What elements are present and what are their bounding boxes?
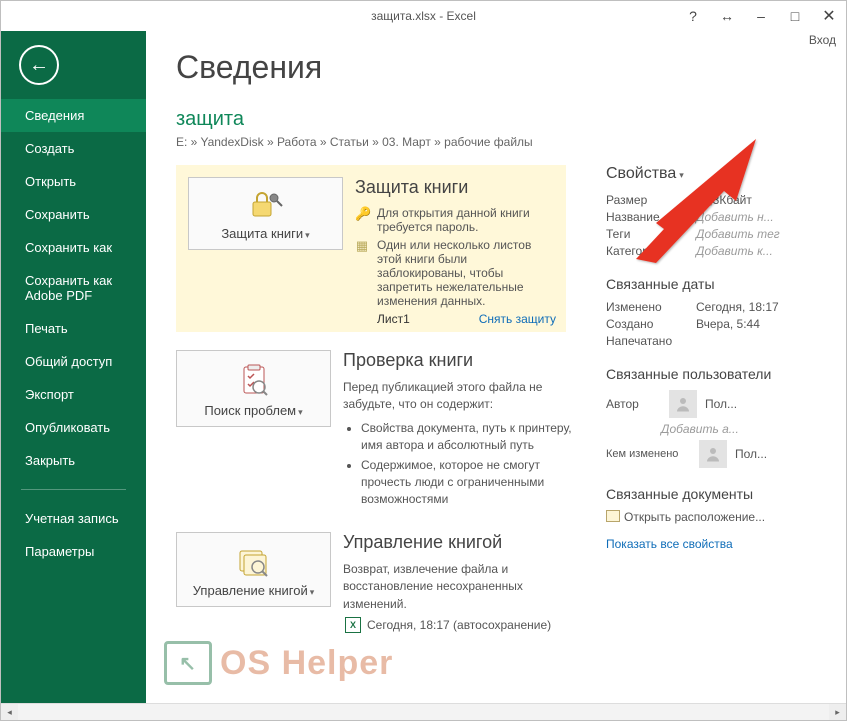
prop-author-value[interactable]: Пол... xyxy=(705,397,796,411)
chevron-down-icon: ▾ xyxy=(305,230,310,240)
backstage-sidebar: ← Сведения Создать Открыть Сохранить Сох… xyxy=(1,31,146,703)
properties-panel: Свойства▾ Размер16,3Кбайт НазваниеДобави… xyxy=(606,165,796,657)
inspect-button-label: Поиск проблем xyxy=(204,403,296,418)
protect-button-label: Защита книги xyxy=(221,226,303,241)
prop-author-label: Автор xyxy=(606,397,661,411)
nav-save-as[interactable]: Сохранить как xyxy=(1,231,146,264)
nav-options[interactable]: Параметры xyxy=(1,535,146,568)
protect-note-password: 🔑 Для открытия данной книги требуется па… xyxy=(355,206,556,234)
prop-size-label: Размер xyxy=(606,193,696,207)
manage-workbook-button[interactable]: Управление книгой▾ xyxy=(176,532,331,607)
related-dates-head: Связанные даты xyxy=(606,276,796,292)
prop-modified-value: Сегодня, 18:17 xyxy=(696,300,779,314)
nav-new[interactable]: Создать xyxy=(1,132,146,165)
protect-workbook-block: Защита книги▾ Защита книги 🔑 Для открыти… xyxy=(176,165,566,332)
protect-workbook-button[interactable]: Защита книги▾ xyxy=(188,177,343,250)
chevron-down-icon: ▾ xyxy=(679,170,684,180)
prop-tags-value[interactable]: Добавить тег xyxy=(696,227,780,241)
manage-icon xyxy=(181,545,326,577)
prop-tags-label: Теги xyxy=(606,227,696,241)
properties-dropdown[interactable]: Свойства▾ xyxy=(606,165,796,183)
nav-close[interactable]: Закрыть xyxy=(1,444,146,477)
ribbon-display-button[interactable]: ↔ xyxy=(710,1,744,31)
nav-save[interactable]: Сохранить xyxy=(1,198,146,231)
prop-created-value: Вчера, 5:44 xyxy=(696,317,760,331)
show-all-properties-link[interactable]: Показать все свойства xyxy=(606,537,733,551)
prop-created-label: Создано xyxy=(606,317,696,331)
protect-title: Защита книги xyxy=(355,177,556,198)
nav-export[interactable]: Экспорт xyxy=(1,378,146,411)
inspect-desc: Перед публикацией этого файла не забудьт… xyxy=(343,379,576,414)
excel-file-icon: X xyxy=(345,617,361,633)
nav-publish[interactable]: Опубликовать xyxy=(1,411,146,444)
prop-title-value[interactable]: Добавить н... xyxy=(696,210,774,224)
scroll-left-button[interactable]: ◂ xyxy=(1,704,18,720)
excel-backstage-window: защита.xlsx - Excel ? ↔ – □ ✕ Вход ← Све… xyxy=(0,0,847,721)
prop-changed-by-label: Кем изменено xyxy=(606,448,691,460)
prop-categories-label: Категории xyxy=(606,244,696,258)
protect-note-sheets: ▦ Один или несколько листов этой книги б… xyxy=(355,238,556,308)
manage-button-label: Управление книгой xyxy=(193,583,308,598)
back-button[interactable]: ← xyxy=(19,45,59,85)
nav-print[interactable]: Печать xyxy=(1,312,146,345)
key-icon: 🔑 xyxy=(355,206,369,222)
autosave-entry[interactable]: X Сегодня, 18:17 (автосохранение) xyxy=(343,617,576,633)
inspect-bullet: Свойства документа, путь к принтеру, имя… xyxy=(361,420,576,454)
close-button[interactable]: ✕ xyxy=(812,1,846,31)
window-controls: ? ↔ – □ ✕ xyxy=(676,1,846,31)
prop-categories-value[interactable]: Добавить к... xyxy=(696,244,773,258)
inspect-bullet: Содержимое, которое не смогут прочесть л… xyxy=(361,457,576,507)
unprotect-link[interactable]: Снять защиту xyxy=(479,312,556,326)
protected-sheet-name: Лист1 xyxy=(377,312,410,326)
add-author-link[interactable]: Добавить а... xyxy=(661,422,739,436)
prop-printed-label: Напечатано xyxy=(606,334,696,348)
prop-title-label: Название xyxy=(606,210,696,224)
nav-account[interactable]: Учетная запись xyxy=(1,502,146,535)
manage-desc: Возврат, извлечение файла и восстановлен… xyxy=(343,561,576,613)
related-users-head: Связанные пользователи xyxy=(606,366,796,382)
maximize-button[interactable]: □ xyxy=(778,1,812,31)
scroll-right-button[interactable]: ▸ xyxy=(829,704,846,720)
horizontal-scrollbar[interactable]: ◂ ▸ xyxy=(1,703,846,720)
nav-share[interactable]: Общий доступ xyxy=(1,345,146,378)
prop-changed-by-value: Пол... xyxy=(735,447,796,461)
nav-open[interactable]: Открыть xyxy=(1,165,146,198)
inspect-title: Проверка книги xyxy=(343,350,576,371)
folder-icon xyxy=(606,510,620,522)
related-docs-head: Связанные документы xyxy=(606,486,796,502)
inspect-workbook-button[interactable]: Поиск проблем▾ xyxy=(176,350,331,427)
checklist-icon xyxy=(181,363,326,397)
file-path-breadcrumb[interactable]: E: » YandexDisk » Работа » Статьи » 03. … xyxy=(176,135,846,149)
prop-modified-label: Изменено xyxy=(606,300,696,314)
nav-save-pdf[interactable]: Сохранить как Adobe PDF xyxy=(1,264,146,312)
minimize-button[interactable]: – xyxy=(744,1,778,31)
scroll-track[interactable] xyxy=(18,704,829,720)
chevron-down-icon: ▾ xyxy=(298,407,303,417)
chevron-down-icon: ▾ xyxy=(310,587,315,597)
manage-title: Управление книгой xyxy=(343,532,576,553)
file-name: защита xyxy=(176,108,846,131)
main-content: Сведения защита E: » YandexDisk » Работа… xyxy=(146,31,846,703)
title-bar: защита.xlsx - Excel ? ↔ – □ ✕ xyxy=(1,1,846,31)
page-title: Сведения xyxy=(176,49,846,86)
prop-size-value: 16,3Кбайт xyxy=(696,193,752,207)
open-location-link[interactable]: Открыть расположение... xyxy=(606,510,796,524)
avatar-icon xyxy=(669,390,697,418)
lock-icon xyxy=(193,190,338,220)
avatar-icon xyxy=(699,440,727,468)
arrow-left-icon: ← xyxy=(29,54,49,77)
sheet-lock-icon: ▦ xyxy=(355,238,369,254)
help-button[interactable]: ? xyxy=(676,1,710,31)
nav-separator xyxy=(21,489,126,490)
nav-info[interactable]: Сведения xyxy=(1,99,146,132)
